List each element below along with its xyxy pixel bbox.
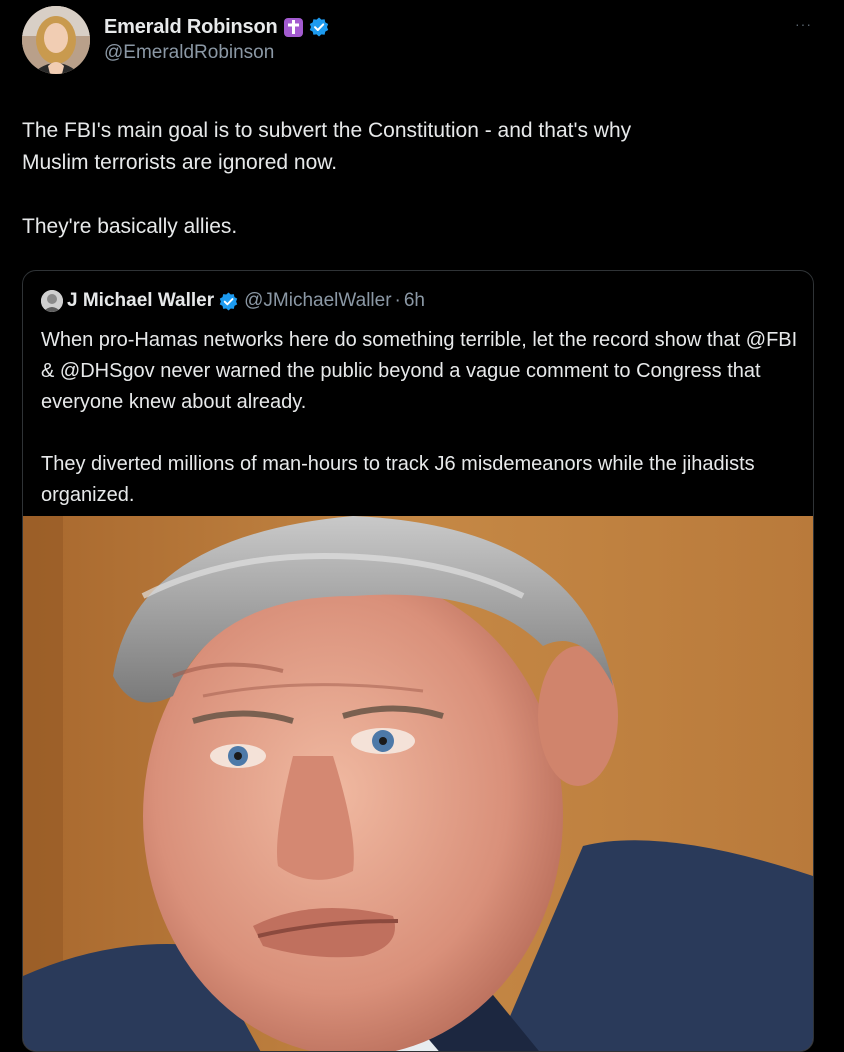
- verified-icon: [219, 291, 238, 311]
- quoted-text-paragraph: They diverted millions of man-hours to t…: [41, 453, 755, 506]
- verified-icon: [309, 17, 329, 37]
- author-name-row: Emerald Robinson: [104, 14, 329, 40]
- quoted-author-name[interactable]: J Michael Waller: [67, 290, 214, 312]
- quoted-tweet-photo[interactable]: [23, 516, 813, 1051]
- author-block: Emerald Robinson @EmeraldRobinson: [104, 14, 329, 64]
- author-avatar[interactable]: [22, 6, 90, 74]
- quoted-text-paragraph: When pro-Hamas networks here do somethin…: [41, 329, 798, 413]
- quoted-author-avatar[interactable]: [41, 290, 63, 312]
- tweet-text-paragraph: The FBI's main goal is to subvert the Co…: [22, 119, 632, 174]
- more-options-icon[interactable]: ···: [795, 16, 812, 32]
- tweet: Emerald Robinson @EmeraldRobinson ··· Th…: [0, 0, 844, 1052]
- tweet-text-paragraph: They're basically allies.: [22, 215, 238, 238]
- quoted-tweet[interactable]: J Michael Waller @JMichaelWaller · 6h Wh…: [22, 270, 814, 1052]
- cross-icon: [283, 17, 303, 37]
- author-handle[interactable]: @EmeraldRobinson: [104, 42, 329, 64]
- author-display-name[interactable]: Emerald Robinson: [104, 16, 278, 39]
- quoted-tweet-text: When pro-Hamas networks here do somethin…: [41, 325, 801, 511]
- quoted-author-handle[interactable]: @JMichaelWaller: [244, 290, 391, 312]
- separator-dot: ·: [394, 290, 401, 311]
- quoted-tweet-header: J Michael Waller @JMichaelWaller · 6h: [41, 289, 425, 313]
- tweet-text: The FBI's main goal is to subvert the Co…: [22, 115, 662, 243]
- quoted-timestamp[interactable]: 6h: [404, 290, 425, 312]
